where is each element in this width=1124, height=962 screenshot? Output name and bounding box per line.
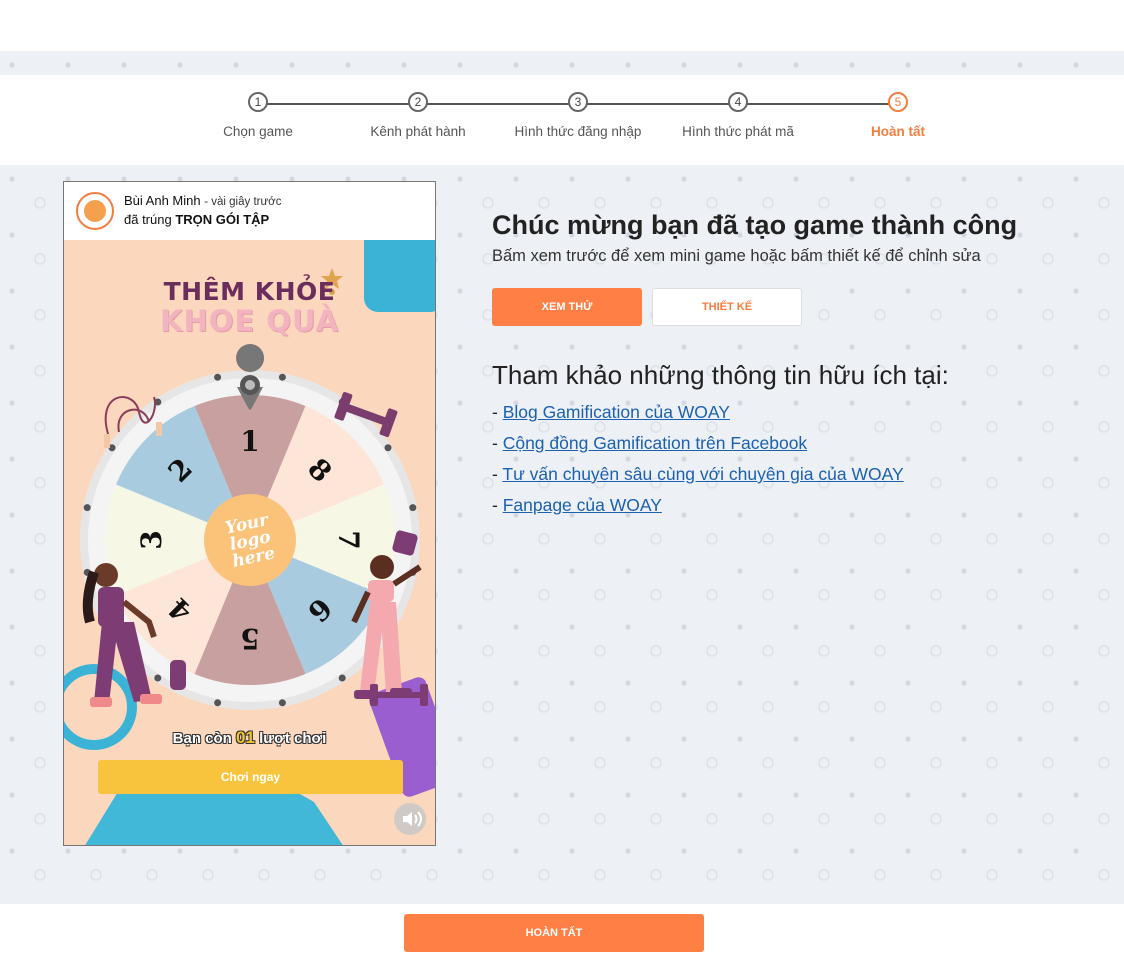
notification-message: đã trúng TRỌN GÓI TẬP (124, 212, 269, 227)
avatar (76, 192, 114, 230)
wheel-rim-dot (214, 373, 222, 381)
wheel-segment-label: 3 (135, 530, 168, 549)
reference-title: Tham khảo những thông tin hữu ích tại: (492, 360, 949, 390)
step-label: Hình thức phát mã (682, 124, 794, 139)
blog-link[interactable]: Blog Gamification của WOAY (503, 402, 730, 422)
wheel-rim-dot (278, 373, 286, 381)
step-number: 3 (568, 92, 588, 112)
step-number: 4 (728, 92, 748, 112)
step-label: Kênh phát hành (370, 124, 466, 139)
step-publish-channel[interactable]: 2 Kênh phát hành (338, 92, 498, 139)
wheel-rim-dot (83, 504, 91, 512)
success-title: Chúc mừng bạn đã tạo game thành công (492, 210, 1018, 240)
wheel-rim-dot (154, 674, 162, 682)
wheel-rim-dot (278, 699, 286, 707)
remaining-suffix: lượt chơi (259, 730, 327, 747)
notification-time: - vài giây trước (204, 196, 282, 208)
wheel-rim-dot (338, 674, 346, 682)
step-code-method[interactable]: 4 Hình thức phát mã (658, 92, 818, 139)
notification-user: Bùi Anh Minh (124, 193, 201, 208)
play-now-button[interactable]: Chơi ngay (98, 760, 403, 794)
notification-prefix: đã trúng (124, 212, 172, 227)
step-label: Chọn game (223, 124, 293, 139)
finish-button[interactable]: HOÀN TẤT (404, 914, 704, 952)
step-complete[interactable]: 5 Hoàn tất (818, 92, 978, 139)
game-preview[interactable]: 1 8 7 6 5 4 3 2 Your logo here Bùi Anh M… (63, 181, 436, 846)
game-title-line1: THÊM KHỎE (163, 277, 336, 306)
community-link[interactable]: Cộng đồng Gamification trên Facebook (503, 433, 807, 453)
step-choose-game[interactable]: 1 Chọn game (178, 92, 338, 139)
step-label: Hoàn tất (871, 124, 925, 139)
step-login-method[interactable]: 3 Hình thức đăng nhập (498, 92, 658, 139)
speaker-icon[interactable] (394, 803, 426, 835)
remaining-count: 01 (236, 728, 255, 747)
reference-item: - Tư vấn chuyên sâu cùng với chuyên gia … (492, 464, 904, 484)
remaining-prefix: Bạn còn (172, 730, 232, 747)
step-label: Hình thức đăng nhập (514, 124, 642, 139)
design-button[interactable]: THIẾT KẾ (652, 288, 802, 326)
step-number: 5 (888, 92, 908, 112)
wheel-segment-label: 5 (240, 622, 259, 655)
notification-header: Bùi Anh Minh - vài giây trước (124, 193, 281, 208)
notification-prize: TRỌN GÓI TẬP (175, 212, 270, 227)
consulting-link[interactable]: Tư vấn chuyên sâu cùng với chuyên gia củ… (502, 464, 903, 484)
remaining-plays: Bạn còn 01 lượt chơi (64, 728, 435, 748)
reference-item: - Fanpage của WOAY (492, 495, 662, 515)
water-bottle-icon (170, 660, 186, 690)
game-title-line2: KHOE QUÀ (159, 304, 340, 338)
winner-notification: Bùi Anh Minh - vài giây trước đã trúng T… (64, 182, 435, 240)
background-pattern-top (0, 51, 1124, 75)
preview-button[interactable]: XEM THỬ (492, 288, 642, 326)
wheel-segment-label: 1 (240, 425, 259, 458)
wheel-rim-dot (384, 444, 392, 452)
wheel-rim-dot (214, 699, 222, 707)
wheel-segment-label: 7 (332, 530, 365, 549)
reference-item: - Cộng đồng Gamification trên Facebook (492, 433, 808, 453)
step-number: 2 (408, 92, 428, 112)
success-subtitle: Bấm xem trước để xem mini game hoặc bấm … (492, 247, 981, 265)
wheel-rim-dot (409, 504, 417, 512)
reference-item: - Blog Gamification của WOAY (492, 402, 730, 422)
fanpage-link[interactable]: Fanpage của WOAY (503, 495, 662, 515)
step-number: 1 (248, 92, 268, 112)
